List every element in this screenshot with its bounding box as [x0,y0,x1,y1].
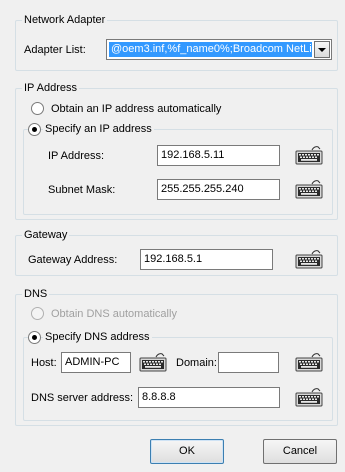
obtain-ip-auto-radio[interactable] [31,102,44,115]
gateway-legend: Gateway [22,228,70,242]
obtain-dns-auto-label[interactable]: Obtain DNS automatically [51,307,177,321]
domain-label: Domain: [176,357,217,369]
ok-button[interactable]: OK [150,439,224,464]
keyboard-icon[interactable] [295,352,323,372]
adapter-list-label: Adapter List: [24,44,86,56]
specify-dns-subgroup: Specify DNS address Host: ADMIN-PC Domai… [23,330,333,421]
adapter-list-value: @oem3.inf,%f_name0%;Broadcom NetLink (TM… [109,42,312,57]
gateway-group: Gateway Gateway Address: 192.168.5.1 [15,228,338,276]
network-adapter-group: Network Adapter Adapter List: @oem3.inf,… [15,13,338,71]
dns-server-field[interactable]: 8.8.8.8 [138,387,280,408]
gateway-address-label: Gateway Address: [28,254,118,266]
host-label: Host: [31,357,57,369]
specify-ip-subgroup: Specify an IP address IP Address: 192.16… [23,122,333,215]
dns-server-label: DNS server address: [31,392,134,404]
ip-address-label: IP Address: [48,150,105,162]
ip-address-legend: IP Address [22,81,79,95]
domain-field[interactable] [218,352,279,373]
obtain-dns-auto-radio[interactable] [31,307,44,320]
obtain-ip-auto-label[interactable]: Obtain an IP address automatically [51,102,221,116]
specify-dns-radio[interactable] [28,331,41,344]
specify-ip-label[interactable]: Specify an IP address [43,122,154,136]
keyboard-icon[interactable] [295,249,323,269]
keyboard-icon[interactable] [295,387,323,407]
keyboard-icon[interactable] [295,179,323,199]
adapter-list-select[interactable]: @oem3.inf,%f_name0%;Broadcom NetLink (TM… [106,39,332,60]
specify-ip-radio[interactable] [28,123,41,136]
keyboard-icon[interactable] [295,145,323,165]
subnet-mask-field[interactable]: 255.255.255.240 [157,179,280,200]
dns-group: DNS Obtain DNS automatically Specify DNS… [15,287,338,426]
network-adapter-legend: Network Adapter [22,13,108,27]
gateway-address-field[interactable]: 192.168.5.1 [140,249,273,270]
chevron-down-icon[interactable] [314,41,330,58]
specify-dns-label[interactable]: Specify DNS address [43,330,152,344]
ip-address-group: IP Address Obtain an IP address automati… [15,81,338,220]
subnet-mask-label: Subnet Mask: [48,184,116,196]
dns-legend: DNS [22,287,50,301]
ip-address-field[interactable]: 192.168.5.11 [157,145,280,166]
cancel-button[interactable]: Cancel [263,439,337,464]
keyboard-icon[interactable] [139,352,167,372]
host-field[interactable]: ADMIN-PC [61,352,131,373]
